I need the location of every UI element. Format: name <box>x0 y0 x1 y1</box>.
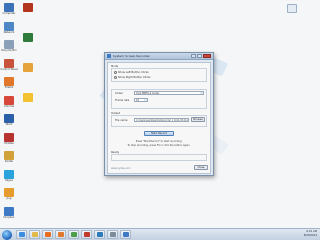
desktop-icon-label: Computer <box>2 12 16 15</box>
chrome-icon[interactable]: Chrome <box>0 95 18 108</box>
taskbar-chrome-icon[interactable] <box>68 230 79 239</box>
app-icon[interactable]: Jing <box>0 188 18 200</box>
maximize-button[interactable] <box>197 54 202 58</box>
app-icon <box>107 54 111 58</box>
chevron-down-icon <box>144 99 147 101</box>
radio-right-clicks[interactable]: Show Right Button Clicks <box>114 76 151 79</box>
app-icon-image <box>23 33 33 42</box>
frame-rate-select[interactable]: 15 <box>134 98 148 102</box>
app-icon-image <box>23 63 33 72</box>
website-link[interactable]: www.xydee.com <box>111 167 131 170</box>
chrome-icon <box>70 232 77 237</box>
desktop-icon-label: Word <box>5 123 13 126</box>
window-title: System Screen Recorder <box>113 54 150 58</box>
word-icon[interactable]: Word <box>0 114 18 126</box>
recycle-bin-icon-image <box>4 40 14 49</box>
desktop-icon-label: Dropbox <box>3 215 15 219</box>
radio-left-clicks[interactable]: Show Left Button Clicks <box>114 71 149 74</box>
app-icon-image <box>23 93 33 102</box>
file-name-input[interactable]: C:\Users\user\Desktop\Recorder 1 2014-08… <box>134 118 189 122</box>
desktop-icon-label: Chrome <box>3 104 15 108</box>
taskbar-app-icon[interactable] <box>94 230 105 239</box>
explorer-icon <box>31 232 38 237</box>
app-icon <box>109 232 116 237</box>
app-icon-image <box>4 188 14 197</box>
taskbar: 6:16 AM 8/20/2014 <box>0 228 320 240</box>
taskbar-app-icon[interactable] <box>81 230 92 239</box>
app-icon[interactable]: McAfee <box>0 132 18 145</box>
app-icon-image <box>4 132 14 142</box>
desktop-icon-label: McAfee <box>4 141 14 145</box>
browse-button[interactable]: Browse <box>191 117 205 122</box>
app-icon[interactable] <box>19 33 37 42</box>
close-window-button[interactable] <box>203 54 211 58</box>
desktop-icon-label: Skype <box>5 178 13 182</box>
status-group <box>111 154 207 161</box>
radio-selected-icon <box>114 71 117 74</box>
media-player-icon <box>44 232 51 237</box>
radio-unselected-icon <box>114 76 117 79</box>
taskbar-firefox-icon[interactable] <box>55 230 66 239</box>
desktop-icon-label: Control Panel <box>0 67 18 71</box>
start-button[interactable] <box>2 229 12 240</box>
instruction-line-2: To stop recording, press F9 or click the… <box>127 144 191 147</box>
app-icon-image <box>4 151 14 160</box>
computer-icon[interactable]: Computer <box>0 3 18 15</box>
dialog-panel: Mode Show Left Button Clicks Show Right … <box>107 62 211 174</box>
skype-icon[interactable]: Skype <box>0 169 18 182</box>
network-icon[interactable]: Network <box>0 21 18 34</box>
system-clock[interactable]: 6:16 AM 8/20/2014 <box>304 230 317 238</box>
taskbar-app-icon[interactable] <box>107 230 118 239</box>
control-panel-icon[interactable]: Control Panel <box>0 58 18 71</box>
chrome-icon-image <box>4 95 14 105</box>
app-icon-image <box>23 3 33 12</box>
firefox-icon[interactable]: Firefox <box>0 77 18 89</box>
computer-icon-image <box>4 3 14 12</box>
taskbar-ie-icon[interactable] <box>16 230 27 239</box>
dropbox-icon[interactable]: Dropbox <box>0 206 18 219</box>
taskbar-media-player-icon[interactable] <box>42 230 53 239</box>
app-icon[interactable] <box>19 93 37 102</box>
document-icon[interactable] <box>283 4 301 13</box>
recycle-bin-icon[interactable]: Recycle Bin <box>0 40 18 52</box>
desktop-icon-label: Jing <box>6 197 12 200</box>
instruction-line-1: Press "Start Record" to start recording. <box>135 140 183 143</box>
app-icon[interactable] <box>19 63 37 72</box>
recorder-window[interactable]: System Screen Recorder Mode Show Left Bu… <box>104 52 214 176</box>
recorder-icon <box>122 232 129 237</box>
control-panel-icon-image <box>4 58 14 68</box>
desktop-icon-label: Kodak <box>5 160 13 163</box>
desktop-icon-label: Recycle Bin <box>1 49 17 52</box>
taskbar-recorder-icon[interactable] <box>120 230 131 239</box>
desktop-icon-label: Network <box>3 30 15 34</box>
firefox-icon-image <box>4 77 14 86</box>
file-name-label: File name <box>115 119 128 122</box>
frame-rate-label: Frame rate <box>115 99 130 102</box>
codec-label: Codec <box>115 92 124 95</box>
skype-icon-image <box>4 169 14 179</box>
chevron-down-icon <box>200 92 203 94</box>
app-icon <box>83 232 90 237</box>
dropbox-icon-image <box>4 206 14 216</box>
close-button[interactable]: Close <box>194 165 208 170</box>
app-icon[interactable]: Kodak <box>0 151 18 163</box>
clock-date: 8/20/2014 <box>303 234 317 237</box>
codec-select[interactable]: Xvid MPEG-4 Codec <box>134 91 204 95</box>
taskbar-explorer-icon[interactable] <box>29 230 40 239</box>
minimize-button[interactable] <box>191 54 196 58</box>
start-record-button[interactable]: Start Record <box>144 131 174 136</box>
network-icon-image <box>4 21 14 31</box>
ie-icon <box>18 232 25 237</box>
title-bar[interactable]: System Screen Recorder <box>105 53 213 60</box>
desktop-icon-label: Firefox <box>4 86 14 89</box>
firefox-icon <box>57 232 64 237</box>
app-icon <box>96 232 103 237</box>
word-icon-image <box>4 114 14 123</box>
app-icon[interactable] <box>19 3 37 12</box>
desktop: Computer Network Recycle Bin Control Panel F… <box>0 0 320 228</box>
